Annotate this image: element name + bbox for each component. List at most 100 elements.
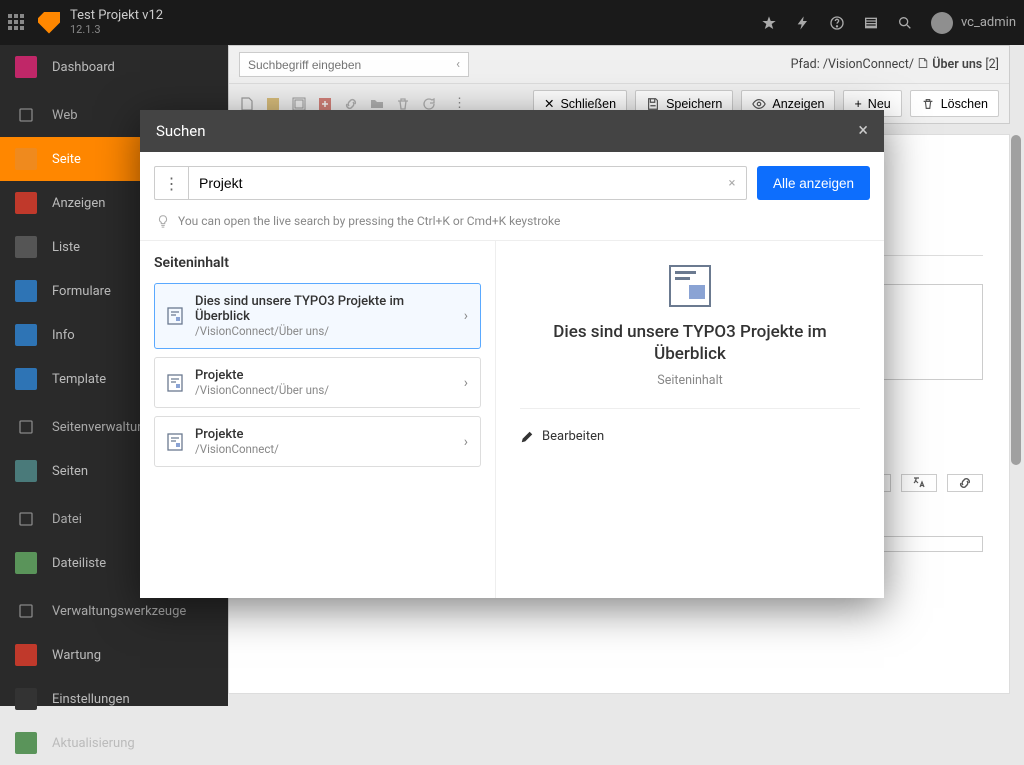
show-all-button[interactable]: Alle anzeigen <box>757 166 870 200</box>
sidebar-item-label: Seite <box>52 152 81 167</box>
save-icon <box>646 97 660 111</box>
list-icon[interactable] <box>863 15 879 31</box>
sidebar-item-dashboard[interactable]: Dashboard <box>0 45 228 89</box>
link-picker-button[interactable] <box>947 474 983 492</box>
sidebar-item-label: Dashboard <box>52 60 115 75</box>
sidebar-item-label: Web <box>52 108 78 123</box>
page-tree-search[interactable]: ‹ <box>239 52 469 77</box>
content-element-icon <box>669 265 711 307</box>
pencil-icon <box>520 430 534 444</box>
module-icon <box>14 235 38 259</box>
sidebar-item-label: Template <box>52 372 106 387</box>
sidebar-item-label: Aktualisierung <box>52 736 135 751</box>
page-tree-search-input[interactable] <box>248 58 456 72</box>
sidebar-item-label: Dateiliste <box>52 556 106 571</box>
module-icon <box>14 191 38 215</box>
delete-button[interactable]: Löschen <box>910 90 999 117</box>
search-result-item[interactable]: Projekte/VisionConnect/Über uns/ › <box>154 357 481 408</box>
breadcrumb: Pfad: /VisionConnect/ Über uns [2] <box>791 57 999 72</box>
avatar-icon <box>931 12 953 34</box>
help-icon[interactable] <box>829 15 845 31</box>
sidebar-item-label: Formulare <box>52 284 111 299</box>
search-options-button[interactable]: ⋮ <box>155 167 189 199</box>
bolt-icon[interactable] <box>795 15 811 31</box>
project-version: 12.1.3 <box>70 24 163 36</box>
project-title: Test Projekt v12 <box>70 9 163 23</box>
search-hint: You can open the live search by pressing… <box>140 210 884 241</box>
sidebar-item-label: Datei <box>52 512 82 527</box>
sidebar-item-label: Wartung <box>52 648 101 663</box>
result-path: /VisionConnect/ <box>195 442 452 456</box>
result-path: /VisionConnect/Über uns/ <box>195 324 452 338</box>
content-icon <box>167 374 183 392</box>
result-title: Dies sind unsere TYPO3 Projekte im Überb… <box>195 294 452 324</box>
plus-icon: + <box>854 97 861 111</box>
more-icon[interactable]: ⋮ <box>453 96 466 111</box>
module-icon <box>14 687 38 711</box>
result-title: Projekte <box>195 368 452 383</box>
sidebar-item-einstellungen[interactable]: Einstellungen <box>0 677 228 721</box>
module-icon <box>14 279 38 303</box>
sidebar-item-aktualisierung[interactable]: Aktualisierung <box>0 721 228 765</box>
topbar: Test Projekt v12 12.1.3 vc_admin <box>0 0 1024 45</box>
module-icon <box>14 323 38 347</box>
search-result-item[interactable]: Projekte/VisionConnect/ › <box>154 416 481 467</box>
eye-icon <box>752 97 766 111</box>
translate-button[interactable] <box>901 474 937 492</box>
results-column: Seiteninhalt Dies sind unsere TYPO3 Proj… <box>140 241 496 598</box>
preview-title: Dies sind unsere TYPO3 Projekte im Überb… <box>520 321 860 365</box>
sidebar-item-label: Seitenverwaltung <box>52 420 152 435</box>
module-icon <box>14 459 38 483</box>
preview-subtitle: Seiteninhalt <box>657 373 722 388</box>
preview-column: Dies sind unsere TYPO3 Projekte im Überb… <box>496 241 884 598</box>
page-icon <box>917 57 929 69</box>
image-icon <box>14 507 38 531</box>
edit-button[interactable]: Bearbeiten <box>520 429 604 444</box>
module-icon <box>14 55 38 79</box>
translate-icon <box>911 475 927 491</box>
modal-close-button[interactable]: × <box>858 122 868 140</box>
sidebar-item-label: Verwaltungswerkzeuge <box>52 604 186 619</box>
star-icon[interactable] <box>761 15 777 31</box>
sidebar-item-label: Einstellungen <box>52 692 130 707</box>
user-menu[interactable]: vc_admin <box>931 12 1016 34</box>
modal-title: Suchen <box>156 122 206 140</box>
sidebar-item-wartung[interactable]: Wartung <box>0 633 228 677</box>
modal-search-input[interactable] <box>189 167 718 199</box>
scrollbar[interactable] <box>1011 135 1021 465</box>
results-heading: Seiteninhalt <box>154 255 481 271</box>
link-icon <box>957 475 973 491</box>
project-info: Test Projekt v12 12.1.3 <box>70 9 163 35</box>
chevron-right-icon: › <box>464 434 468 450</box>
module-icon <box>14 147 38 171</box>
search-result-item[interactable]: Dies sind unsere TYPO3 Projekte im Überb… <box>154 283 481 349</box>
sidebar-item-label: Seiten <box>52 464 88 479</box>
search-modal: Suchen × ⋮ × Alle anzeigen You can open … <box>140 110 884 598</box>
chevron-right-icon: › <box>464 308 468 324</box>
app-switcher-icon[interactable] <box>8 14 26 32</box>
chevron-right-icon: › <box>464 375 468 391</box>
globe-icon <box>14 415 38 439</box>
content-icon <box>167 433 183 451</box>
module-icon <box>14 367 38 391</box>
username: vc_admin <box>961 15 1016 30</box>
clear-search-button[interactable]: × <box>718 167 746 199</box>
module-icon <box>14 551 38 575</box>
search-icon[interactable] <box>897 15 913 31</box>
typo3-logo-icon <box>38 12 60 34</box>
sidebar-item-label: Liste <box>52 240 80 255</box>
file-icon <box>14 103 38 127</box>
close-icon: ✕ <box>544 96 554 111</box>
content-icon <box>167 307 183 325</box>
wrench-icon <box>14 599 38 623</box>
modal-header: Suchen × <box>140 110 884 152</box>
sidebar-item-label: Info <box>52 328 75 343</box>
module-icon <box>14 643 38 667</box>
sidebar-item-label: Anzeigen <box>52 196 105 211</box>
module-icon <box>14 731 38 755</box>
lightbulb-icon <box>156 214 170 228</box>
chevron-left-icon[interactable]: ‹ <box>456 57 460 72</box>
result-title: Projekte <box>195 427 452 442</box>
trash-icon <box>921 97 935 111</box>
result-path: /VisionConnect/Über uns/ <box>195 383 452 397</box>
